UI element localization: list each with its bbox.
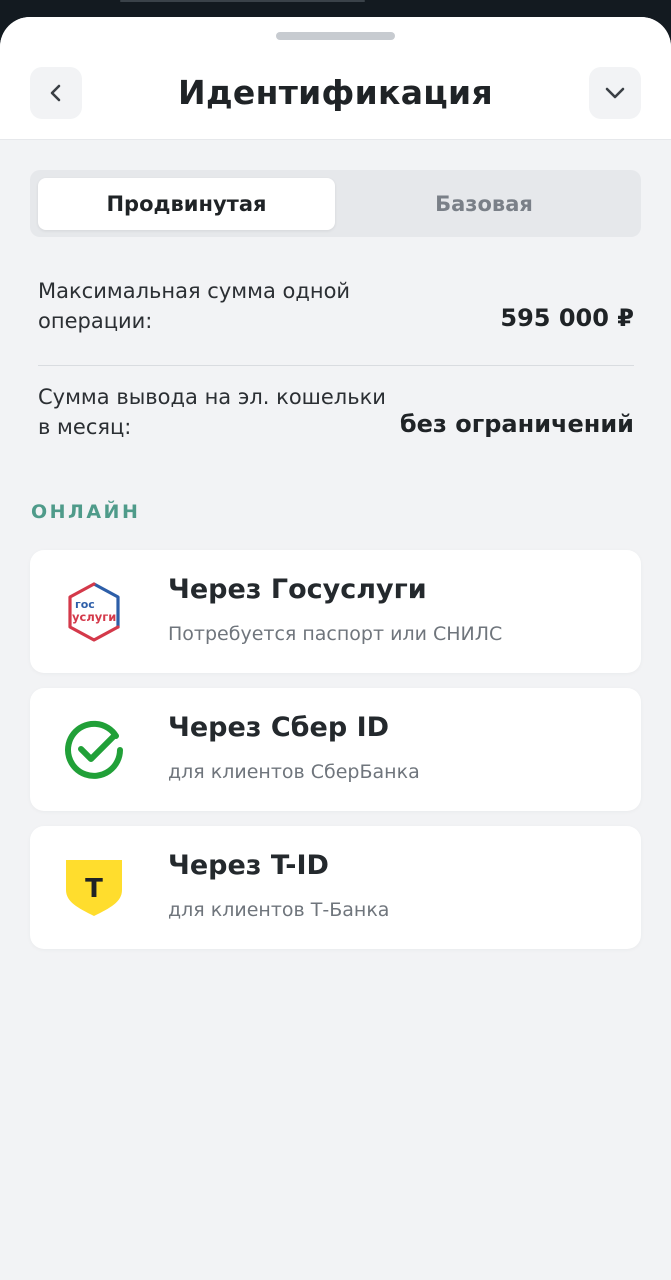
collapse-button[interactable] [589,67,641,119]
method-card-sber-id[interactable]: Через Сбер ID для клиентов СберБанка [30,688,641,811]
limit-label: Сумма вывода на эл. кошельки в месяц: [38,385,386,439]
sheet-header: Идентификация [0,17,671,140]
status-bar-edge [120,0,365,2]
method-title: Через Сбер ID [168,712,390,743]
method-title: Через Госуслуги [168,574,427,605]
limit-row-ewallet-monthly: Сумма вывода на эл. кошельки в месяц: бе… [38,382,634,462]
tbank-logo-icon: Т [66,860,122,916]
tab-advanced[interactable]: Продвинутая [38,178,335,230]
sheet-grabber-handle[interactable] [276,32,395,40]
method-subtitle: для клиентов СберБанка [168,761,420,783]
gosuslugi-logo-icon: гос услуги [68,582,120,642]
identification-sheet: Идентификация Продвинутая Базовая Максим… [0,17,671,1280]
method-card-t-id[interactable]: Т Через T-ID для клиентов Т-Банка [30,826,641,949]
limit-value: 595 000 ₽ [500,304,634,332]
limit-value: без ограничений [399,410,634,438]
limit-row-single-operation: Максимальная сумма одной операции: 595 0… [38,276,634,356]
back-button[interactable] [30,67,82,119]
method-subtitle: для клиентов Т-Банка [168,899,390,921]
chevron-left-icon [50,84,61,102]
divider [38,365,634,366]
gosuslugi-logo-text-bottom: услуги [72,610,116,624]
method-card-gosuslugi[interactable]: гос услуги Через Госуслуги Потребуется п… [30,550,641,673]
tab-basic[interactable]: Базовая [335,178,633,230]
page-title: Идентификация [178,73,493,112]
tbank-logo-letter: Т [85,874,103,904]
section-title-online: ОНЛАЙН [31,501,141,523]
identification-level-switch: Продвинутая Базовая [30,170,641,237]
method-subtitle: Потребуется паспорт или СНИЛС [168,623,503,645]
chevron-down-icon [605,87,625,99]
method-title: Через T-ID [168,850,329,881]
sber-logo-icon [65,720,123,779]
limit-label: Максимальная сумма одной операции: [38,279,351,333]
